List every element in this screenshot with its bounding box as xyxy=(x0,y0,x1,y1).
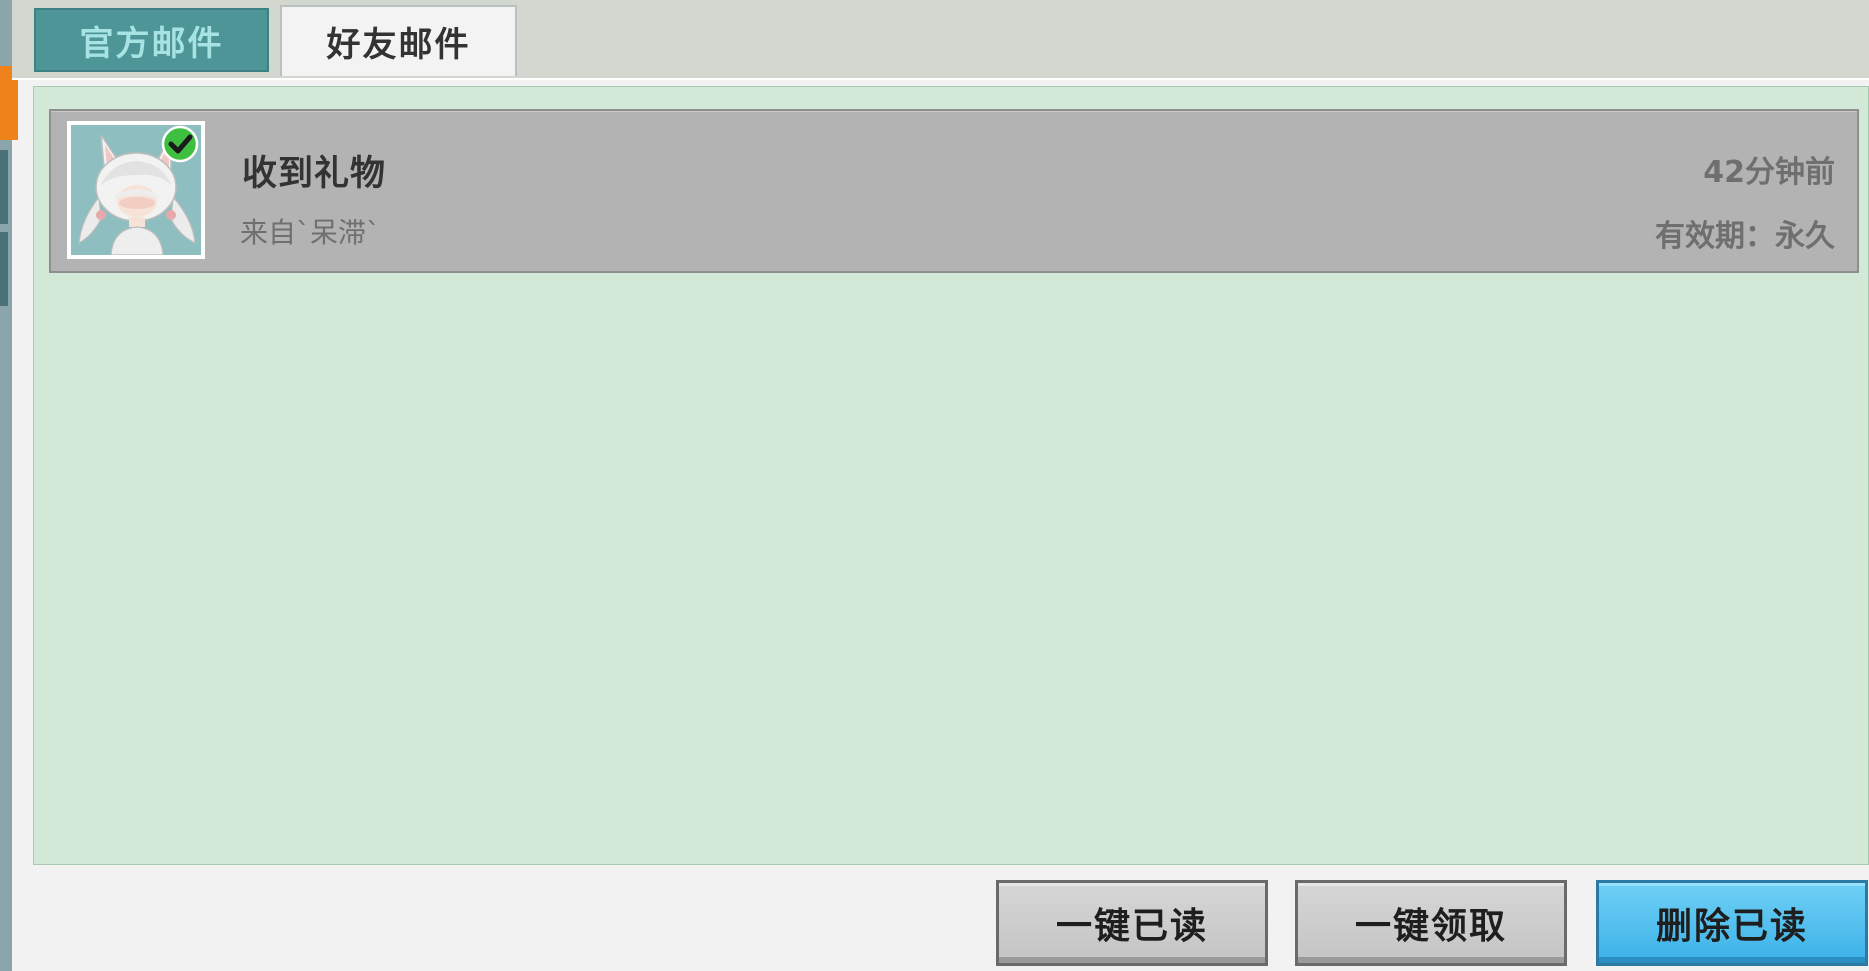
delete-read-button[interactable]: 删除已读 xyxy=(1596,880,1868,966)
side-tab[interactable] xyxy=(0,150,8,224)
mail-list-item[interactable]: 收到礼物 来自`呆滞` 42分钟前 有效期：永久 xyxy=(49,109,1859,273)
mark-all-read-button[interactable]: 一键已读 xyxy=(996,880,1268,966)
tab-friend-mail[interactable]: 好友邮件 xyxy=(280,5,517,76)
check-circle-icon xyxy=(161,125,199,163)
mail-expiry: 有效期：永久 xyxy=(1655,219,1835,254)
tab-official-mail[interactable]: 官方邮件 xyxy=(34,8,269,72)
window-left-edge xyxy=(0,0,18,971)
mail-title: 收到礼物 xyxy=(242,154,387,194)
mail-list-panel[interactable]: 收到礼物 来自`呆滞` 42分钟前 有效期：永久 xyxy=(33,86,1869,865)
side-tab[interactable] xyxy=(0,232,8,306)
mail-tab-bar: 官方邮件 好友邮件 xyxy=(12,0,1869,80)
claim-all-button[interactable]: 一键领取 xyxy=(1295,880,1567,966)
mail-sender: 来自`呆滞` xyxy=(240,216,381,249)
mail-timestamp: 42分钟前 xyxy=(1703,155,1835,190)
